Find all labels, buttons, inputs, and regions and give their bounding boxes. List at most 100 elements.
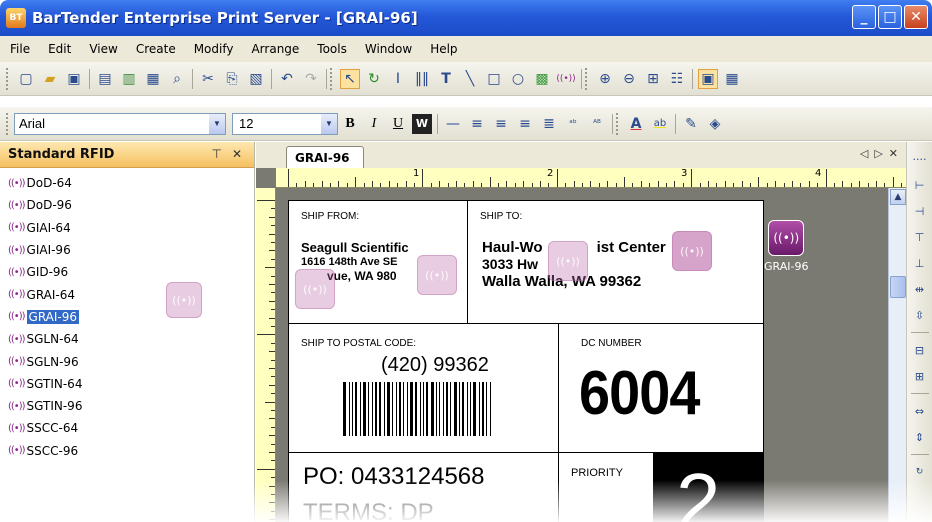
list-item[interactable]: ((•)) GIAI-64 bbox=[0, 217, 254, 239]
align-left-icon[interactable]: ≡ bbox=[467, 114, 487, 134]
ellipse-tool-icon[interactable]: ○ bbox=[508, 69, 528, 89]
italic-button[interactable]: I bbox=[364, 114, 384, 134]
picture-tool-icon[interactable]: ▩ bbox=[532, 69, 552, 89]
scroll-up-icon[interactable]: ▲ bbox=[890, 189, 906, 205]
postal-code-cell[interactable]: SHIP TO POSTAL CODE: (420) 99362 bbox=[289, 323, 559, 453]
save-icon[interactable]: ▣ bbox=[64, 69, 84, 89]
list-item[interactable]: ((•)) SGTIN-64 bbox=[0, 373, 254, 395]
toolbar-grip-2[interactable] bbox=[330, 67, 334, 90]
list-item[interactable]: ((•)) SGTIN-96 bbox=[0, 395, 254, 417]
priority-cell[interactable]: PRIORITY bbox=[558, 452, 654, 522]
list-item[interactable]: ((•)) GRAI-64 bbox=[0, 283, 254, 305]
distribute-horizontal-icon[interactable]: ⊞ bbox=[910, 365, 930, 387]
align-bottom-edges-icon[interactable]: ⊥ bbox=[910, 252, 930, 274]
chevron-down-icon[interactable]: ▼ bbox=[321, 113, 337, 134]
font-size-select[interactable]: 12 ▼ bbox=[232, 112, 338, 135]
center-on-page-icon[interactable]: ⊟ bbox=[910, 339, 930, 361]
menu-edit[interactable]: Edit bbox=[48, 42, 71, 56]
tab-close-icon[interactable]: ✕ bbox=[889, 147, 898, 160]
print-preview-icon[interactable]: ⌕ bbox=[167, 69, 187, 89]
ship-to-cell[interactable]: SHIP TO: Haul-Wo ist Center 3033 Hw Walla… bbox=[467, 201, 763, 324]
list-item[interactable]: ((•)) SGLN-64 bbox=[0, 328, 254, 350]
list-item[interactable]: ((•)) GIAI-96 bbox=[0, 239, 254, 261]
font-color-icon[interactable]: A bbox=[626, 114, 646, 134]
format-toolbar-grip-2[interactable] bbox=[616, 112, 620, 135]
menu-help[interactable]: Help bbox=[430, 42, 457, 56]
priority-value-cell[interactable]: 2 bbox=[653, 452, 763, 522]
toolbar-grip-3[interactable] bbox=[585, 67, 589, 90]
rectangle-tool-icon[interactable]: □ bbox=[484, 69, 504, 89]
new-document-icon[interactable]: ▢ bbox=[16, 69, 36, 89]
panel-close-icon[interactable]: ✕ bbox=[232, 147, 242, 161]
print-icon[interactable]: ▦ bbox=[143, 69, 163, 89]
list-item[interactable]: ((•)) SSCC-64 bbox=[0, 417, 254, 439]
toolbar-grip-vertical[interactable]: ···· bbox=[910, 148, 930, 170]
line-tool-icon[interactable]: ╲ bbox=[460, 69, 480, 89]
menu-tools[interactable]: Tools bbox=[317, 42, 347, 56]
menu-window[interactable]: Window bbox=[365, 42, 412, 56]
paste-icon[interactable]: ▧ bbox=[246, 69, 266, 89]
rotate-icon[interactable]: ↻ bbox=[364, 69, 384, 89]
close-button[interactable]: ✕ bbox=[904, 5, 928, 29]
text-tool-icon[interactable]: T bbox=[436, 69, 456, 89]
zoom-fit-icon[interactable]: ⊞ bbox=[643, 69, 663, 89]
text-cursor-icon[interactable]: I bbox=[388, 69, 408, 89]
same-width-icon[interactable]: ⇔ bbox=[910, 400, 930, 422]
strikethrough-icon[interactable]: — bbox=[443, 114, 463, 134]
vertical-ruler[interactable] bbox=[256, 188, 276, 522]
justify-icon[interactable]: ≣ bbox=[539, 114, 559, 134]
minimize-button[interactable]: _ bbox=[852, 5, 876, 29]
align-right-edges-icon[interactable]: ⊣ bbox=[910, 200, 930, 222]
align-right-icon[interactable]: ≡ bbox=[515, 114, 535, 134]
dc-number-cell[interactable]: DC NUMBER 6004 bbox=[558, 323, 763, 453]
cut-icon[interactable]: ✂ bbox=[198, 69, 218, 89]
vertical-scrollbar[interactable]: ▲ bbox=[888, 188, 906, 522]
horizontal-ruler[interactable]: 1 2 3 4 bbox=[276, 168, 906, 188]
center-horizontal-icon[interactable]: ⇹ bbox=[910, 278, 930, 300]
list-item[interactable]: ((•)) GID-96 bbox=[0, 261, 254, 283]
ship-from-cell[interactable]: SHIP FROM: Seagull Scientific 1616 148th… bbox=[289, 201, 468, 324]
line-color-icon[interactable]: ✎ bbox=[681, 114, 701, 134]
menu-arrange[interactable]: Arrange bbox=[251, 42, 299, 56]
printer-setup-icon[interactable]: ▦ bbox=[722, 69, 742, 89]
ruler-toggle-icon[interactable]: ☷ bbox=[667, 69, 687, 89]
tab-prev-icon[interactable]: ◁ bbox=[860, 147, 868, 160]
layout-view-icon[interactable]: ▣ bbox=[698, 68, 718, 89]
select-pointer-icon[interactable]: ↖ bbox=[340, 68, 360, 89]
zoom-in-icon[interactable]: ⊕ bbox=[595, 69, 615, 89]
barcode-tool-icon[interactable]: ‖‖ bbox=[412, 69, 432, 89]
database-icon[interactable]: ▥ bbox=[119, 69, 139, 89]
toolbar-grip[interactable] bbox=[6, 67, 10, 90]
align-center-icon[interactable]: ≡ bbox=[491, 114, 511, 134]
bold-button[interactable]: B bbox=[340, 114, 360, 134]
list-item[interactable]: ((•)) SSCC-96 bbox=[0, 440, 254, 462]
undo-icon[interactable]: ↶ bbox=[277, 69, 297, 89]
chevron-down-icon[interactable]: ▼ bbox=[209, 113, 225, 134]
pin-icon[interactable]: ⊤ bbox=[211, 147, 221, 161]
redo-icon[interactable]: ↷ bbox=[301, 69, 321, 89]
highlight-color-icon[interactable]: ab bbox=[650, 114, 670, 134]
rfid-tool-icon[interactable]: ((•)) bbox=[556, 69, 576, 89]
open-folder-icon[interactable]: ▰ bbox=[40, 69, 60, 89]
subscript-icon[interactable]: ᴬᴮ bbox=[587, 114, 607, 134]
list-item[interactable]: ((•)) DoD-96 bbox=[0, 194, 254, 216]
format-toolbar-grip[interactable] bbox=[6, 112, 10, 135]
tab-next-icon[interactable]: ▷ bbox=[874, 147, 882, 160]
tab-grai-96[interactable]: GRAI-96 bbox=[286, 146, 364, 168]
word-wrap-button[interactable]: W bbox=[412, 113, 432, 134]
same-height-icon[interactable]: ⇕ bbox=[910, 426, 930, 448]
menu-file[interactable]: File bbox=[10, 42, 30, 56]
maximize-button[interactable]: □ bbox=[878, 5, 902, 29]
rotate-90-icon[interactable]: ↻ bbox=[910, 461, 930, 483]
menu-create[interactable]: Create bbox=[136, 42, 176, 56]
list-item[interactable]: ((•)) SGLN-96 bbox=[0, 350, 254, 372]
center-vertical-icon[interactable]: ⇳ bbox=[910, 304, 930, 326]
page-setup-icon[interactable]: ▤ bbox=[95, 69, 115, 89]
fill-color-icon[interactable]: ◈ bbox=[705, 114, 725, 134]
list-item[interactable]: ((•)) DoD-64 bbox=[0, 172, 254, 194]
postal-barcode[interactable] bbox=[343, 382, 493, 436]
design-canvas[interactable]: 1 2 3 4 SHIP FROM: Seagull Scientific 1616 … bbox=[256, 168, 906, 522]
rfid-object-grai-96[interactable]: ((•)) GRAI-96 bbox=[764, 220, 808, 273]
align-left-edges-icon[interactable]: ⊢ bbox=[910, 174, 930, 196]
menu-view[interactable]: View bbox=[89, 42, 117, 56]
